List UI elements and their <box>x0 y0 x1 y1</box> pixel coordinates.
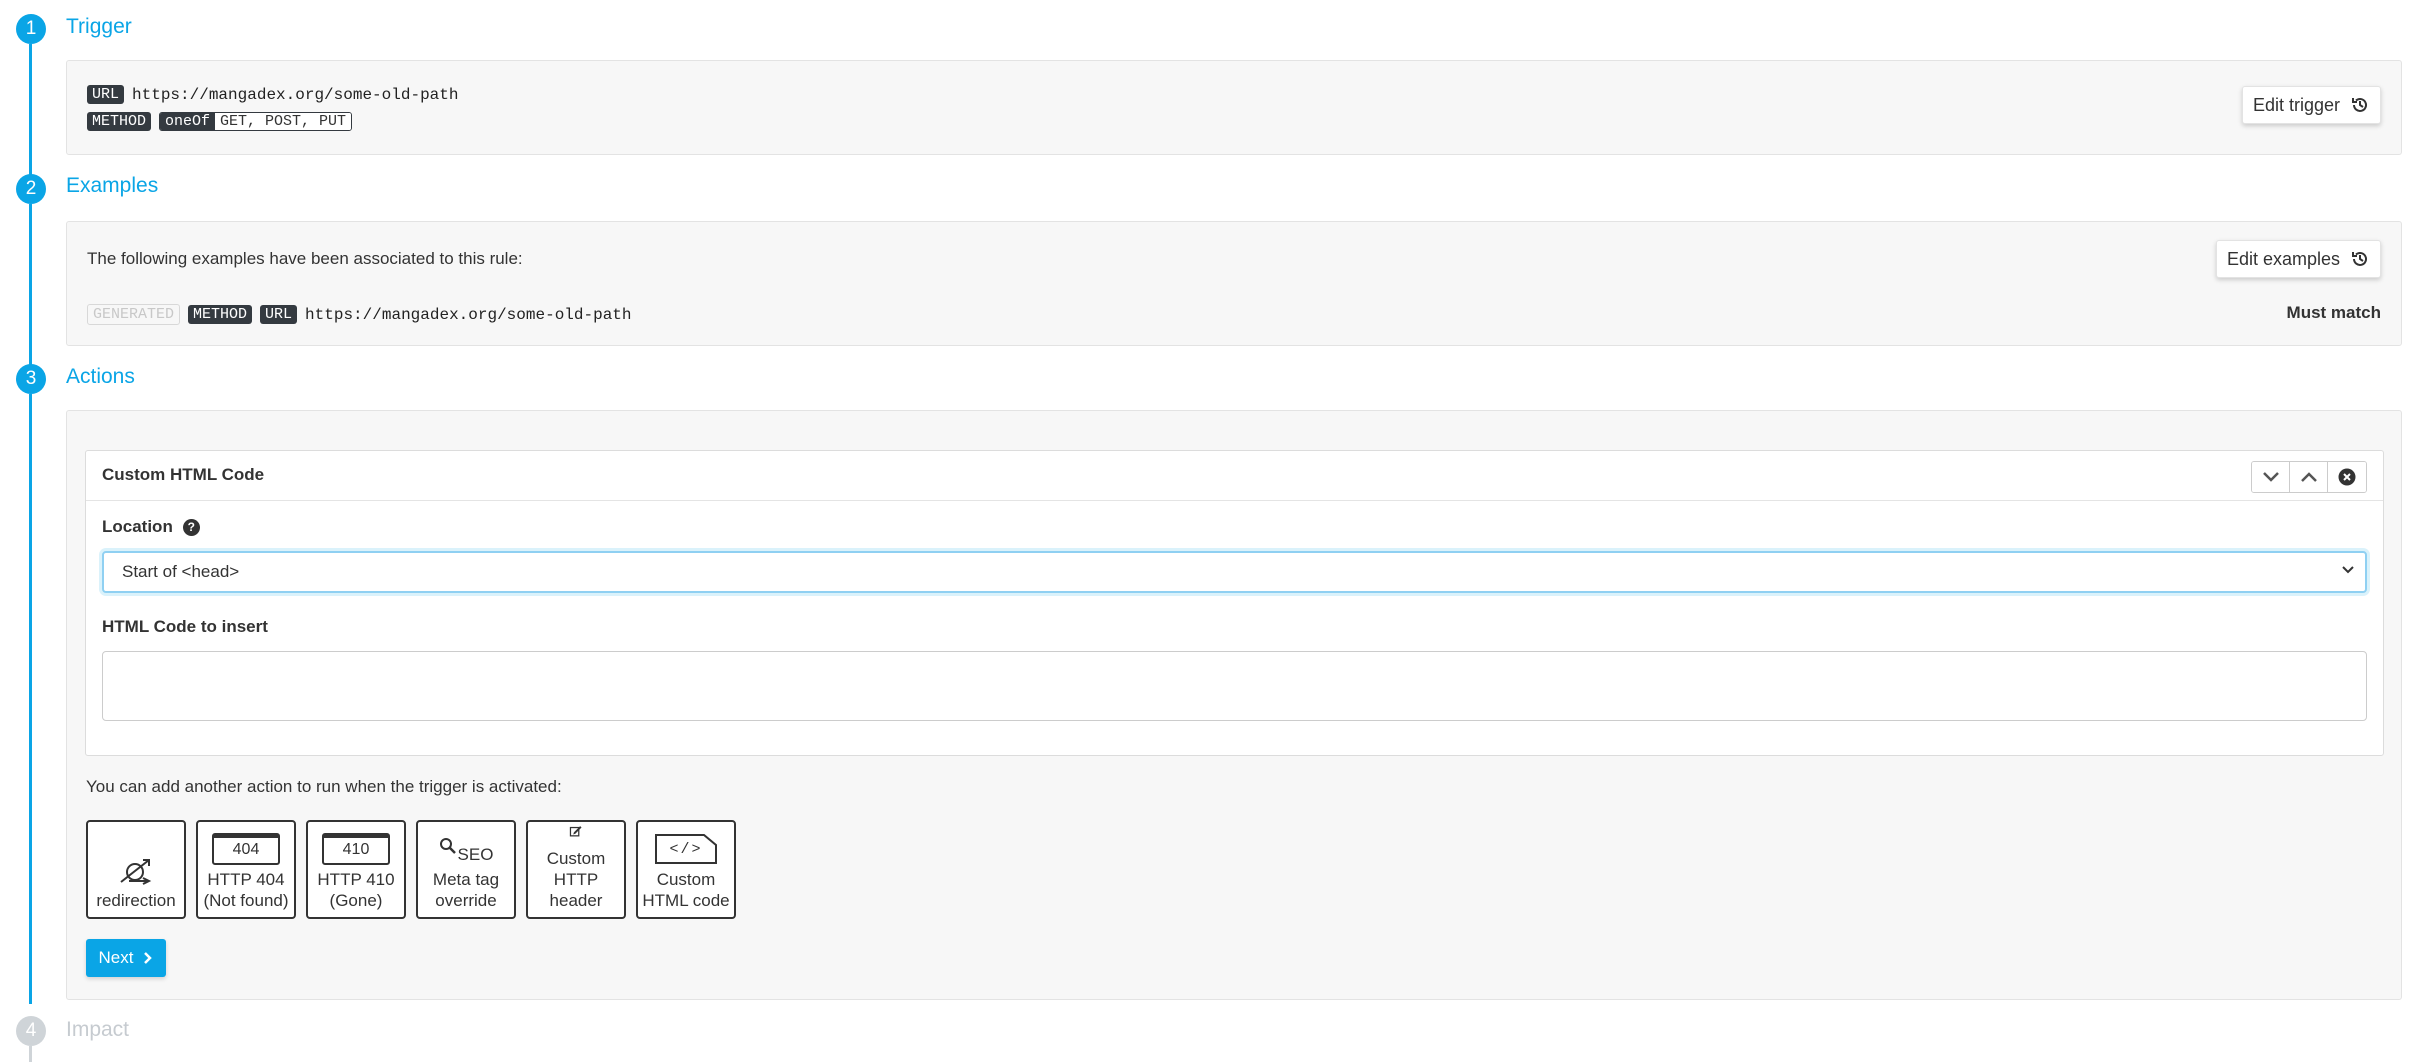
example-status: Must match <box>2286 303 2381 322</box>
tile-label: HTTP 404 (Not found) <box>203 870 289 910</box>
chevron-up-icon <box>2300 472 2317 482</box>
methods-oneof-tag: oneOf GET, POST, PUT <box>159 112 353 131</box>
code-file-icon: </> <box>654 833 718 865</box>
examples-panel: The following examples have been associa… <box>66 221 2402 346</box>
history-icon <box>2352 97 2367 112</box>
action-card-controls <box>2251 461 2367 493</box>
html-code-textarea[interactable] <box>102 651 2367 721</box>
tile-badge-410: 410 <box>342 841 370 858</box>
action-card-title: Custom HTML Code <box>102 465 265 484</box>
tile-label: HTTP 410 (Gone) <box>317 870 395 910</box>
action-card-header: Custom HTML Code <box>86 451 2383 501</box>
next-button[interactable]: Next <box>86 939 166 977</box>
step-title-trigger[interactable]: Trigger <box>66 15 132 39</box>
add-meta-tag-tile[interactable]: SEO Meta tag override <box>416 820 516 919</box>
tile-badge-seo: SEO <box>457 845 494 864</box>
edit-examples-label: Edit examples <box>2226 248 2340 269</box>
url-tag: URL <box>260 305 298 324</box>
help-icon[interactable]: ? <box>182 518 200 536</box>
trigger-url-value: https://mangadex.org/some-old-path <box>132 85 459 104</box>
generated-tag: GENERATED <box>87 304 181 325</box>
move-up-button[interactable] <box>2290 462 2328 492</box>
example-url-value: https://mangadex.org/some-old-path <box>305 305 632 324</box>
chevron-right-icon <box>144 952 153 964</box>
add-html-code-tile[interactable]: </> Custom HTML code <box>636 820 736 919</box>
add-http-410-tile[interactable]: 410 HTTP 410 (Gone) <box>306 820 406 919</box>
step-title-actions[interactable]: Actions <box>66 365 135 389</box>
step-rail-2 <box>29 204 32 365</box>
oneof-key: oneOf <box>160 113 216 130</box>
edit-trigger-button[interactable]: Edit trigger <box>2241 86 2381 124</box>
chevron-down-icon <box>2262 472 2279 482</box>
browser-window-icon: 404 <box>212 833 280 865</box>
methods-value: GET, POST, PUT <box>215 113 352 130</box>
add-redirection-tile[interactable]: redirection <box>86 820 186 919</box>
step-number-2: 2 <box>16 174 46 204</box>
edit-examples-button[interactable]: Edit examples <box>2215 240 2381 278</box>
move-down-button[interactable] <box>2252 462 2290 492</box>
action-tiles: redirection 404 HTTP 404 (Not found) 410… <box>86 820 736 919</box>
next-button-label: Next <box>98 948 134 967</box>
custom-html-action-card: Custom HTML Code Location ? Start of <he… <box>85 450 2384 756</box>
tile-badge-404: 404 <box>232 841 260 858</box>
tile-label: Custom HTTP header <box>546 849 606 910</box>
trigger-method-line: METHOD oneOf GET, POST, PUT <box>87 112 353 131</box>
add-http-404-tile[interactable]: 404 HTTP 404 (Not found) <box>196 820 296 919</box>
edit-trigger-label: Edit trigger <box>2252 94 2340 115</box>
redirection-icon <box>120 859 152 885</box>
step-title-impact: Impact <box>66 1018 130 1041</box>
remove-action-button[interactable] <box>2328 462 2366 492</box>
location-select-value: Start of <head> <box>122 562 240 581</box>
method-tag: METHOD <box>87 112 152 131</box>
method-tag: METHOD <box>188 305 253 324</box>
seo-icon: SEO <box>439 833 494 865</box>
step-rail-4 <box>29 1046 32 1062</box>
edit-icon <box>569 826 582 837</box>
add-http-header-tile[interactable]: Custom HTTP header <box>526 820 626 919</box>
location-label-text: Location <box>102 517 173 536</box>
location-label: Location ? <box>102 517 200 537</box>
chevron-down-icon <box>2342 566 2354 574</box>
step-rail-3 <box>29 394 32 1004</box>
close-circle-icon <box>2338 468 2356 486</box>
html-code-label: HTML Code to insert <box>102 617 268 636</box>
history-icon <box>2352 251 2367 266</box>
location-select[interactable]: Start of <head> <box>102 551 2367 593</box>
step-rail-1 <box>29 44 32 176</box>
tile-label: Meta tag override <box>432 870 500 910</box>
browser-window-icon: 410 <box>322 833 390 865</box>
step-number-4: 4 <box>16 1016 46 1046</box>
tile-label: Custom HTML code <box>642 870 730 910</box>
example-row: GENERATED METHOD URL https://mangadex.or… <box>87 304 632 325</box>
trigger-panel: URL https://mangadex.org/some-old-path M… <box>66 60 2402 155</box>
tile-label: redirection <box>96 891 176 910</box>
search-icon <box>439 838 456 854</box>
examples-intro: The following examples have been associa… <box>87 249 523 268</box>
trigger-url-line: URL https://mangadex.org/some-old-path <box>87 85 458 104</box>
step-number-3: 3 <box>16 364 46 394</box>
url-tag: URL <box>87 85 125 104</box>
add-action-prompt: You can add another action to run when t… <box>86 777 562 796</box>
step-number-1: 1 <box>16 14 46 44</box>
step-title-examples[interactable]: Examples <box>66 174 158 198</box>
tile-badge-code: </> <box>669 841 703 858</box>
